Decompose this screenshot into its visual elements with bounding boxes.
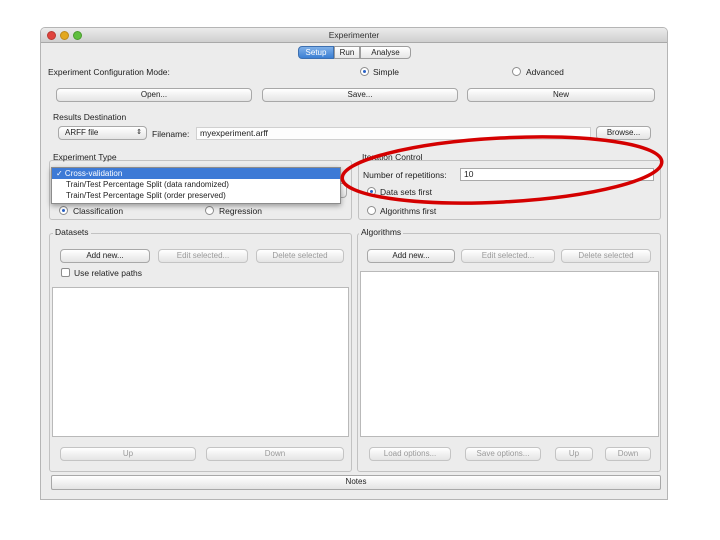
red-annotation-ellipse [340, 135, 664, 205]
annotation-overlay [340, 135, 664, 205]
